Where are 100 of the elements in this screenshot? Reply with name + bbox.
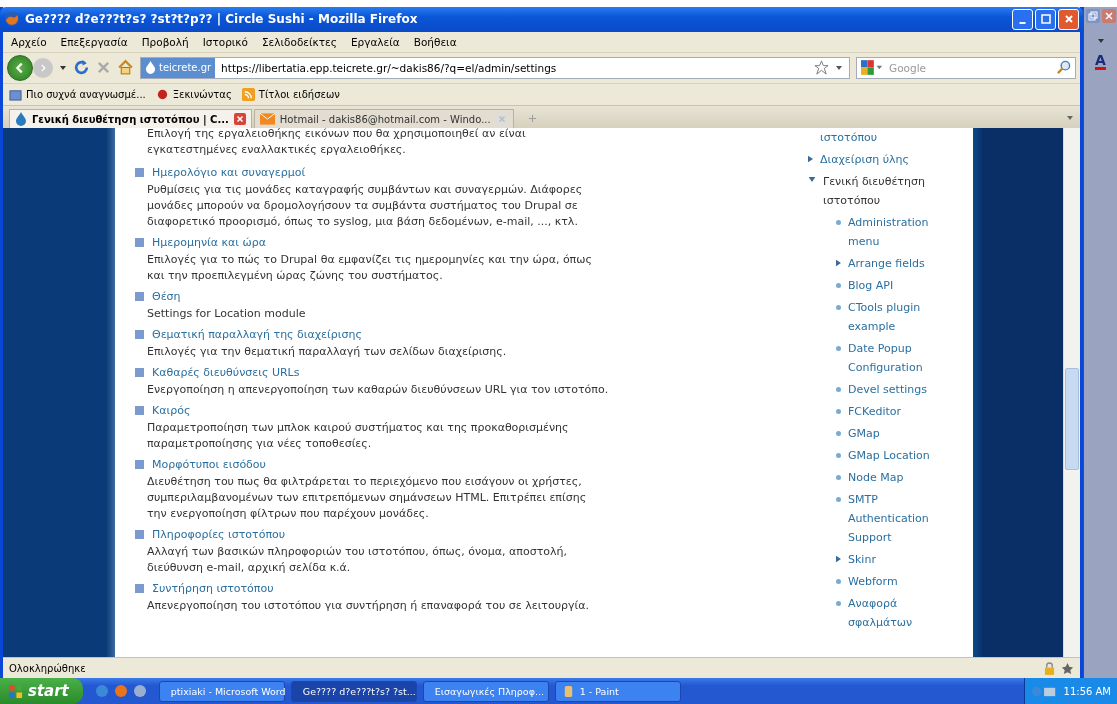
settings-link[interactable]: Συντήρηση ιστοτόπου (152, 581, 274, 595)
taskbar-button[interactable]: 1 - Paint (554, 680, 681, 702)
settings-link[interactable]: Καιρός (152, 403, 191, 417)
sidebar-link[interactable]: Γενική διευθέτηση ιστοτόπου (823, 172, 938, 211)
menu-item[interactable]: Αρχείο (11, 35, 47, 48)
bullet-icon (135, 459, 144, 469)
description-text: Επιλογές για το πώς το Drupal θα εμφανίζει τις ημερομηνίες και την ώρα, όπως και την προεπιλεγμένη ώρας ζώνης του συστήματος. (147, 252, 593, 285)
scrollbar[interactable] (1063, 128, 1080, 658)
description-text: Settings for Location module (147, 306, 307, 323)
bullet-icon (836, 409, 841, 415)
menu-item[interactable]: Εργαλεία (350, 35, 400, 48)
restore-button-icon[interactable] (1085, 9, 1100, 23)
taskbar-button[interactable]: Εισαγωγικές Πληροφ... (422, 680, 549, 702)
description-text: Αλλαγή των βασικών πληροφοριών του ιστοτόπου, όπως, όνομα, αποστολή, διεύθυνση e-mail, αρχική σελίδα κ.ά. (147, 544, 568, 577)
settings-link[interactable]: Θέση (152, 289, 181, 303)
browser-tab[interactable]: Hotmail - dakis86@hotmail.com - Windo... (253, 109, 514, 129)
description-text: Διευθέτηση του πως θα φιλτράρεται το περιεχόμενο που εισάγουν οι χρήστες, συμπεριλαμβανομένων των επιτρεπόμενων σημάνσεων HTML. Επιτρέπει επίσης την ενεργοποίηση φίλτρων που παρέχουν μονάδες. (147, 474, 588, 523)
minimize-button[interactable] (1012, 8, 1033, 30)
menu-item[interactable]: Σελιδοδείκτες (262, 35, 337, 48)
collapsed-arrow-icon[interactable] (836, 555, 841, 564)
sidebar-link[interactable]: Webform (848, 572, 952, 592)
tab-close-icon[interactable] (233, 113, 246, 126)
description-text: Επιλογή της εργαλειοθήκης εικόνων που θα χρησιμοποιηθεί αν είναι εγκατεστημένες εναλλακτικές εργαλειοθήκες. (147, 128, 527, 159)
bullet-icon (135, 167, 144, 177)
settings-link[interactable]: Ημερομηνία και ώρα (152, 235, 266, 249)
search-field[interactable]: Google (887, 60, 1052, 75)
bullet-icon (135, 367, 144, 377)
star-icon[interactable] (814, 60, 829, 76)
sidebar-link[interactable]: SMTP Authentication Support (848, 490, 952, 548)
bullet-icon (135, 329, 144, 339)
sidebar-link[interactable]: ιστοτόπου (820, 128, 935, 148)
bullet-icon (836, 431, 841, 437)
drop-icon (145, 61, 156, 75)
minimize-icon (1019, 22, 1026, 25)
sidebar-link[interactable]: Devel settings (848, 380, 952, 400)
window-title: Ge???? d?e???t?s? ?st?t?p?? | Circle Sushi - Mozilla Firefox (25, 12, 418, 27)
sidebar-link[interactable]: Node Map (848, 468, 952, 488)
collapsed-arrow-icon[interactable] (808, 155, 813, 164)
description-text: Παραμετροποίηση των μπλοκ καιρού συστήματος και της προκαθορισμένης παραμετροποίησης για νέες τοποθεσίες. (147, 420, 570, 453)
menu-item[interactable]: Βοήθεια (413, 35, 457, 48)
dropdown-icon[interactable] (1096, 37, 1105, 45)
address-bar[interactable]: teicrete.gr https://libertatia.epp.teicrete.gr/~dakis86/?q=el/admin/settings (140, 56, 850, 79)
expanded-arrow-icon[interactable] (808, 177, 816, 183)
dropdown-icon[interactable] (835, 63, 843, 72)
settings-link[interactable]: Μορφότυποι εισόδου (152, 457, 266, 471)
home-icon[interactable] (117, 59, 134, 77)
sidebar-link[interactable]: Arrange fields (848, 254, 952, 274)
bullet-icon (836, 475, 841, 481)
taskbar-button[interactable]: ptixiaki - Microsoft Word (158, 680, 285, 702)
bullet-icon (836, 387, 841, 393)
search-icon[interactable] (1056, 60, 1071, 76)
settings-link[interactable]: Θεματική παραλλαγή της διαχείρισης (152, 327, 362, 341)
description-text: Επιλογές για την θεματική παραλλαγή των σελίδων διαχείρισης. (147, 344, 508, 361)
close-button-icon[interactable] (1101, 9, 1116, 23)
maximize-icon (1040, 14, 1051, 25)
font-color-button[interactable]: A (1095, 53, 1106, 70)
sidebar-link[interactable]: CTools plugin example (848, 298, 952, 337)
sidebar-link[interactable]: FCKeditor (848, 402, 952, 422)
maximize-button[interactable] (1035, 8, 1056, 30)
bullet-icon (836, 305, 841, 311)
search-bar[interactable]: Google (856, 56, 1076, 79)
bookmark-item[interactable]: Τίτλοι ειδήσεων (241, 88, 340, 101)
bullet-icon (135, 237, 144, 247)
bullet-icon (836, 220, 841, 226)
bullet-icon (135, 583, 144, 593)
search-engine-icon[interactable] (861, 60, 883, 76)
sidebar-link[interactable]: Διαχείριση ύλης (820, 150, 935, 170)
sidebar-link[interactable]: Administration menu (848, 213, 952, 252)
browser-tab[interactable]: Γενική διευθέτηση ιστοτόπου | C... (9, 109, 252, 129)
dropdown-icon[interactable] (59, 63, 67, 72)
rss-icon (241, 88, 255, 101)
clock: 11:56 AM (1063, 685, 1111, 697)
collapsed-arrow-icon[interactable] (836, 259, 841, 268)
bookmark-item[interactable]: Πιο συχνά αναγνωσμέ... (9, 88, 146, 101)
close-button[interactable] (1058, 8, 1079, 30)
folder-icon (9, 88, 22, 101)
menu-item[interactable]: Προβολή (141, 35, 189, 48)
bookmark-item[interactable]: Ξεκινώντας (155, 88, 232, 101)
envelope-icon (259, 113, 275, 126)
settings-link[interactable]: Πληροφορίες ιστοτόπου (152, 527, 286, 541)
start-button[interactable]: start (0, 678, 83, 704)
site-identity-badge[interactable]: teicrete.gr (141, 57, 216, 78)
sidebar-link[interactable]: Date Popup Configuration (848, 339, 952, 378)
drop-icon (15, 112, 27, 127)
sidebar-link[interactable]: Αναφορά σφαλμάτων (848, 594, 952, 633)
bullet-icon (836, 346, 841, 352)
taskbar-button[interactable]: Ge???? d?e???t?s? ?st... (290, 680, 417, 702)
reload-icon[interactable] (73, 59, 90, 77)
sidebar-link[interactable]: Blog API (848, 276, 952, 296)
windows-logo-icon (8, 683, 23, 699)
bullet-icon (836, 283, 841, 289)
menu-item[interactable]: Ιστορικό (202, 35, 248, 48)
menu-item[interactable]: Επεξεργασία (60, 35, 128, 48)
settings-link[interactable]: Καθαρές διευθύνσεις URLs (152, 365, 300, 379)
description-text: Ρυθμίσεις για τις μονάδες καταγραφής συμβάντων και συναγερμών. Διάφορες μονάδες μπορούν να δρομολογήσουν τα συμβάντα συστήματος του Drupal σε διαφορετικό προορισμό, όπως το syslog, μια βάση δεδομένων, e-mail, ..., κτλ. (147, 182, 584, 231)
sidebar-link[interactable]: Skinr (848, 550, 952, 570)
sidebar-link[interactable]: GMap (848, 424, 952, 444)
back-button[interactable] (7, 54, 33, 81)
sidebar-link[interactable]: GMap Location (848, 446, 952, 466)
settings-link[interactable]: Ημερολόγιο και συναγερμοί (152, 165, 306, 179)
